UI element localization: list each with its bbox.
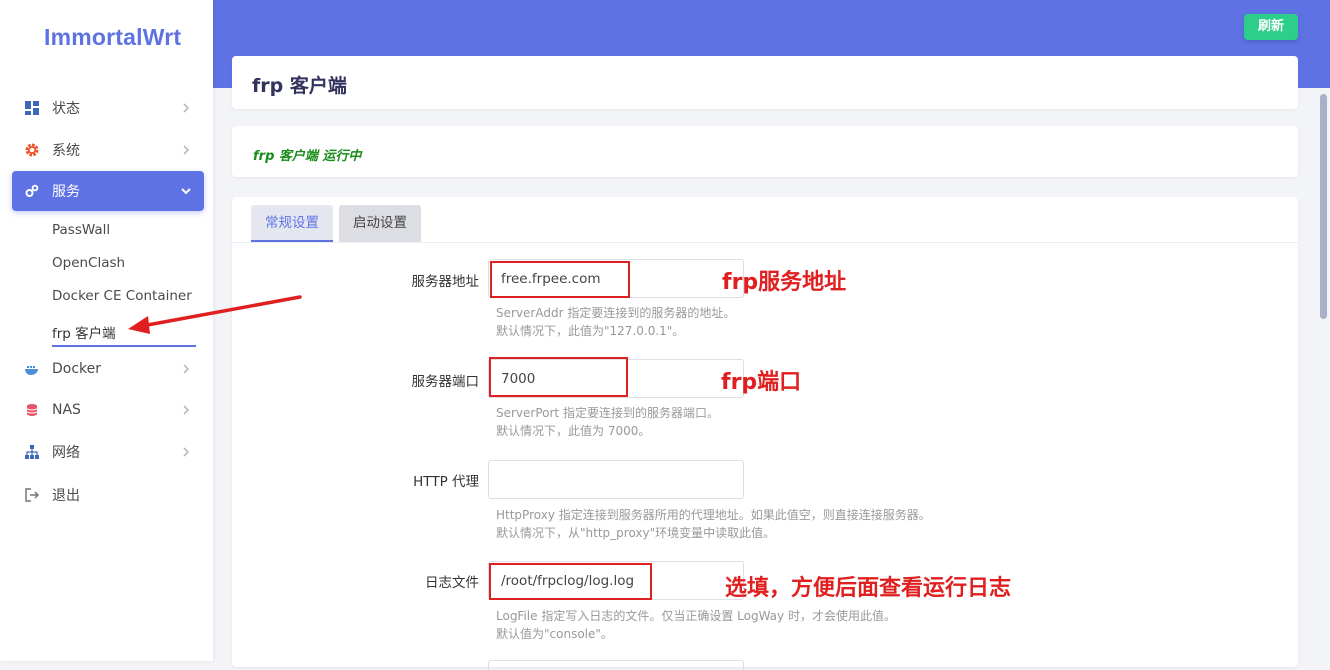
log-file-label: 日志文件: [425, 575, 479, 591]
database-icon: [26, 404, 38, 416]
sidebar-subitem-passwall[interactable]: PassWall: [52, 222, 110, 238]
sidebar-item-services[interactable]: 服务: [12, 171, 204, 211]
log-file-input[interactable]: [488, 561, 744, 600]
dashboard-icon: [25, 101, 39, 115]
sidebar-subitem-openclash[interactable]: OpenClash: [52, 255, 125, 271]
http-proxy-input[interactable]: [488, 460, 744, 499]
sidebar-item-logout[interactable]: 退出: [12, 475, 204, 515]
chevron-right-icon: [183, 405, 190, 415]
annotation-arrow-icon: [128, 295, 302, 334]
tab-general-settings[interactable]: 常规设置: [251, 205, 333, 242]
cogs-icon: [25, 184, 39, 197]
server-port-input[interactable]: [488, 359, 744, 398]
chevron-right-icon: [183, 447, 190, 457]
gear-icon: [25, 143, 39, 157]
brand-logo: ImmortalWrt: [44, 24, 182, 50]
sidebar-item-label: Docker: [52, 361, 102, 377]
http-proxy-help: HttpProxy 指定连接到服务器所用的代理地址。如果此值空，则直接连接服务器…: [496, 508, 931, 540]
sidebar-item-label: 状态: [52, 101, 80, 117]
sidebar-item-docker[interactable]: Docker: [12, 349, 204, 389]
chevron-right-icon: [183, 145, 190, 155]
sidebar-item-label: 系统: [52, 143, 80, 159]
sidebar-item-network[interactable]: 网络: [12, 432, 204, 472]
annotation-server-port: frp端口: [721, 370, 802, 395]
status-text: frp 客户端 运行中: [253, 149, 362, 164]
sidebar-item-label: 网络: [52, 445, 80, 461]
sidebar-item-label: NAS: [52, 402, 81, 418]
status-card: frp 客户端 运行中: [232, 126, 1298, 177]
tab-startup-settings[interactable]: 启动设置: [339, 205, 421, 242]
server-addr-help: ServerAddr 指定要连接到的服务器的地址。 默认情况下，此值为"127.…: [496, 306, 736, 338]
chevron-down-icon: [181, 188, 191, 195]
sidebar-item-nas[interactable]: NAS: [12, 390, 204, 430]
logout-icon: [25, 488, 40, 502]
refresh-button[interactable]: 刷新: [1244, 14, 1298, 40]
network-icon: [25, 445, 39, 459]
title-card: frp 客户端: [232, 56, 1298, 109]
server-addr-label: 服务器地址: [411, 274, 480, 290]
docker-icon: [25, 366, 38, 375]
sidebar-item-status[interactable]: 状态: [12, 88, 204, 128]
tab-divider: [232, 242, 1298, 243]
sidebar-item-label: 服务: [52, 184, 80, 200]
sidebar-subitem-frp-client[interactable]: frp 客户端: [52, 322, 116, 342]
chevron-right-icon: [183, 103, 190, 113]
annotation-server-addr: frp服务地址: [722, 270, 847, 295]
scrollbar[interactable]: [1320, 94, 1327, 319]
server-port-help: ServerPort 指定要连接到的服务器端口。 默认情况下，此值为 7000。: [496, 406, 719, 438]
server-port-label: 服务器端口: [411, 374, 480, 390]
log-file-help: LogFile 指定写入日志的文件。仅当正确设置 LogWay 时，才会使用此值…: [496, 609, 896, 641]
sidebar-item-label: 退出: [52, 488, 80, 504]
http-proxy-label: HTTP 代理: [413, 474, 479, 490]
chevron-right-icon: [183, 364, 190, 374]
next-field-input[interactable]: [488, 660, 744, 670]
server-addr-input[interactable]: [488, 259, 744, 298]
page-title: frp 客户端: [252, 75, 347, 97]
annotation-log-file: 选填，方便后面查看运行日志: [725, 576, 1012, 601]
sidebar-item-system[interactable]: 系统: [12, 130, 204, 170]
active-subitem-underline: [52, 345, 196, 347]
